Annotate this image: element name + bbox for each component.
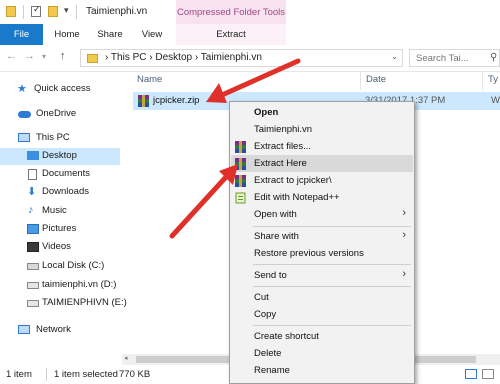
- folder-icon[interactable]: [6, 6, 16, 17]
- tab-view[interactable]: View: [133, 24, 171, 45]
- status-item-count: 1 item: [6, 369, 32, 380]
- nav-item-downloads[interactable]: ⬇ Downloads: [0, 184, 120, 201]
- nav-item-drive-e[interactable]: TAIMIENPHIVN (E:): [0, 295, 127, 312]
- scroll-left-icon[interactable]: ◂: [124, 354, 128, 362]
- pictures-icon: [27, 224, 39, 234]
- computer-icon: [18, 133, 30, 142]
- context-tab-group-label: Compressed Folder Tools: [176, 7, 286, 18]
- divider: [23, 5, 24, 19]
- address-bar[interactable]: › This PC › Desktop › Taimienphi.vn ⌄: [80, 49, 403, 67]
- menu-divider: [253, 286, 411, 287]
- window-title: Taimienphi.vn: [86, 6, 148, 17]
- cloud-icon: [18, 111, 31, 118]
- winrar-archive-icon: [138, 95, 149, 107]
- nav-item-onedrive[interactable]: OneDrive: [0, 106, 120, 123]
- tab-share[interactable]: Share: [89, 24, 131, 45]
- menu-item-create-shortcut[interactable]: Create shortcut: [231, 328, 413, 345]
- details-view-icon[interactable]: [465, 369, 477, 379]
- menu-divider: [253, 264, 411, 265]
- menu-item-cut[interactable]: Cut: [231, 289, 413, 306]
- context-menu: Open Taimienphi.vn Extract files... Extr…: [229, 101, 415, 384]
- menu-item-rename[interactable]: Rename: [231, 362, 413, 379]
- nav-item-videos[interactable]: Videos: [0, 239, 120, 256]
- menu-item-extract-here[interactable]: Extract Here: [231, 155, 413, 172]
- nav-item-documents[interactable]: Documents: [0, 166, 120, 183]
- status-selected: 1 item selected: [54, 369, 118, 380]
- menu-item-taimienphi[interactable]: Taimienphi.vn: [231, 121, 413, 138]
- forward-button[interactable]: →: [24, 50, 35, 62]
- menu-item-edit-notepad[interactable]: Edit with Notepad++: [231, 189, 413, 206]
- menu-item-delete[interactable]: Delete: [231, 345, 413, 362]
- menu-item-open[interactable]: Open: [231, 104, 413, 121]
- column-header-name[interactable]: Name: [137, 74, 162, 85]
- winrar-icon: [235, 141, 246, 153]
- submenu-arrow-icon: ›: [402, 207, 406, 219]
- menu-item-open-with[interactable]: Open with ›: [231, 206, 413, 223]
- menu-item-share-with[interactable]: Share with ›: [231, 228, 413, 245]
- desktop-icon: [27, 151, 39, 160]
- menu-divider: [253, 226, 411, 227]
- nav-item-music[interactable]: ♪ Music: [0, 203, 120, 220]
- nav-item-this-pc[interactable]: This PC: [0, 130, 120, 147]
- menu-item-send-to[interactable]: Send to ›: [231, 267, 413, 284]
- tab-extract[interactable]: Extract: [176, 24, 286, 45]
- nav-item-network[interactable]: Network: [0, 322, 120, 339]
- customize-toolbar-icon[interactable]: ▾: [64, 5, 69, 16]
- search-input[interactable]: Search Tai... ⚲: [409, 49, 500, 67]
- navigation-pane: ★ Quick access OneDrive This PC Desktop …: [0, 72, 127, 365]
- videos-icon: [27, 242, 39, 252]
- large-icons-view-icon[interactable]: [482, 369, 494, 379]
- nav-item-pictures[interactable]: Pictures: [0, 221, 120, 238]
- context-tab-group: Compressed Folder Tools: [176, 0, 286, 24]
- downloads-icon: ⬇: [27, 186, 37, 198]
- properties-icon[interactable]: [31, 4, 41, 17]
- drive-icon: [27, 300, 39, 307]
- menu-item-extract-files[interactable]: Extract files...: [231, 138, 413, 155]
- menu-item-copy[interactable]: Copy: [231, 306, 413, 323]
- folder-icon: [87, 54, 98, 63]
- network-icon: [18, 325, 30, 334]
- column-header-type[interactable]: Ty: [488, 74, 498, 85]
- menu-item-restore-versions[interactable]: Restore previous versions: [231, 245, 413, 262]
- column-header-date[interactable]: Date: [366, 74, 386, 85]
- divider: [46, 368, 47, 381]
- menu-item-extract-to[interactable]: Extract to jcpicker\: [231, 172, 413, 189]
- drive-icon: [27, 282, 39, 289]
- column-header-row: [122, 72, 500, 90]
- search-icon[interactable]: ⚲: [490, 52, 497, 63]
- tab-file[interactable]: File: [0, 24, 43, 45]
- column-divider[interactable]: [360, 72, 361, 90]
- documents-icon: [28, 169, 37, 180]
- star-icon: ★: [17, 83, 27, 95]
- file-type: Wi: [491, 95, 500, 106]
- submenu-arrow-icon: ›: [402, 268, 406, 280]
- winrar-icon: [235, 158, 246, 170]
- breadcrumb[interactable]: › This PC › Desktop › Taimienphi.vn: [105, 52, 262, 63]
- nav-item-desktop[interactable]: Desktop: [0, 148, 120, 165]
- nav-item-drive-d[interactable]: taimienphi.vn (D:): [0, 277, 120, 294]
- search-placeholder: Search Tai...: [416, 53, 469, 64]
- address-dropdown-icon[interactable]: ⌄: [391, 52, 398, 61]
- recent-locations-button[interactable]: ▾: [42, 52, 46, 61]
- nav-item-quick-access[interactable]: ★ Quick access: [0, 81, 120, 98]
- menu-divider: [253, 325, 411, 326]
- submenu-arrow-icon: ›: [402, 229, 406, 241]
- status-size: 770 KB: [119, 369, 151, 380]
- column-divider[interactable]: [482, 72, 483, 90]
- divider: [76, 5, 77, 19]
- notepad-plus-plus-icon: [235, 192, 246, 204]
- nav-item-local-disk[interactable]: Local Disk (C:): [0, 258, 120, 275]
- back-button[interactable]: ←: [6, 50, 17, 62]
- drive-icon: [27, 263, 39, 270]
- tab-home[interactable]: Home: [47, 24, 87, 45]
- winrar-icon: [235, 175, 246, 187]
- up-button[interactable]: ↑: [60, 50, 66, 62]
- file-name[interactable]: jcpicker.zip: [153, 95, 199, 106]
- new-folder-icon[interactable]: [48, 6, 58, 17]
- music-icon: ♪: [28, 204, 34, 216]
